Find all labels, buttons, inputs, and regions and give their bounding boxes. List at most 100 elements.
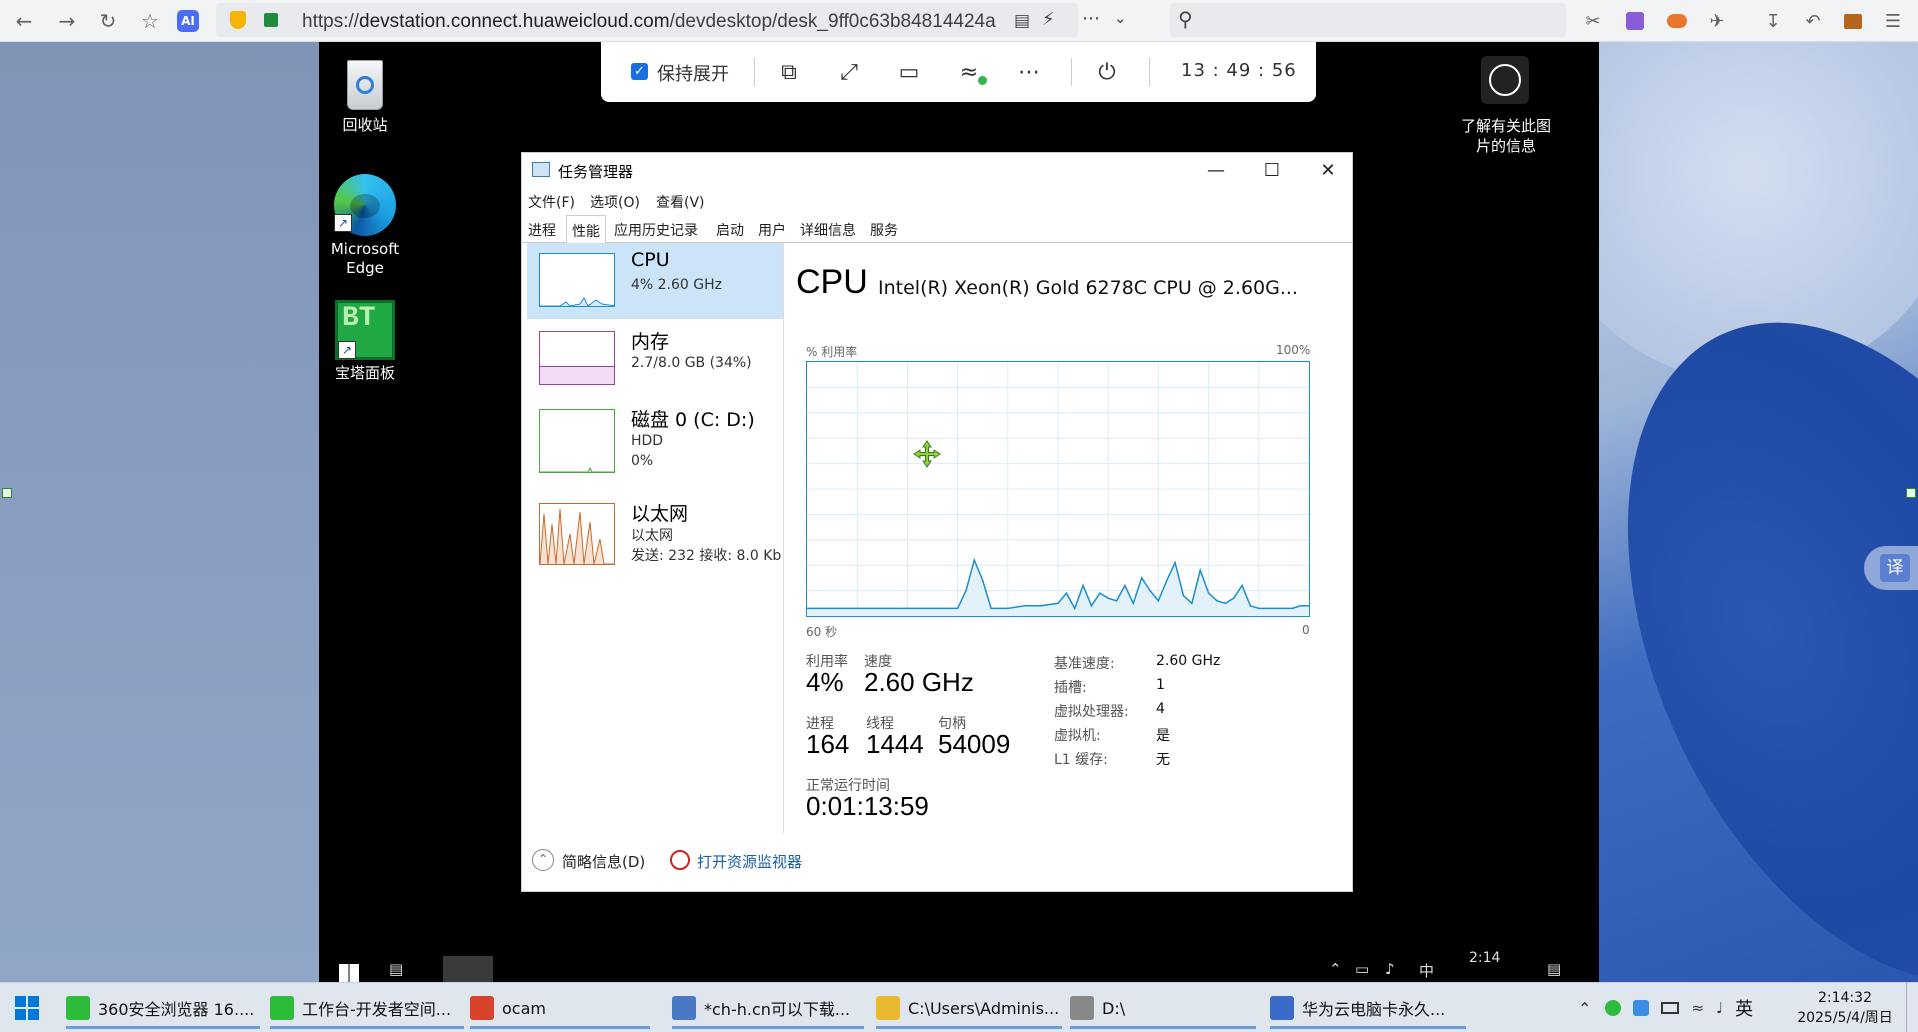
desktop-icon-recycle-bin[interactable]: 回收站 <box>319 56 411 135</box>
resource-cpu[interactable]: CPU 4% 2.60 GHz <box>527 243 783 319</box>
taskbar-app-button[interactable]: 360安全浏览器 16.... <box>66 987 260 1029</box>
back-button[interactable]: ← <box>10 7 38 35</box>
volume-muted-icon[interactable]: ♩ <box>1716 999 1723 1017</box>
taskbar-app-label: 360安全浏览器 16.... <box>98 1000 255 1019</box>
power-icon[interactable]: ⏻ <box>1091 56 1123 88</box>
url-text[interactable]: https://devstation.connect.huaweicloud.c… <box>302 11 1002 33</box>
wechat-icon[interactable] <box>1605 1000 1622 1016</box>
speed-value: 2.60 GHz <box>864 667 974 697</box>
menu-view[interactable]: 查看(V) <box>656 192 705 212</box>
tab-app-history[interactable]: 应用历史记录 <box>614 220 698 240</box>
remote-clock: 2:14 <box>1469 950 1501 966</box>
minimize-button[interactable]: — <box>1192 155 1240 185</box>
chevron-up-icon[interactable]: ⌃ <box>532 849 554 871</box>
more-options-icon[interactable]: ⋯ <box>1013 56 1045 88</box>
app-icon <box>1070 996 1094 1020</box>
ime-indicator[interactable]: 英 <box>1735 995 1753 1021</box>
download-icon[interactable]: ↧ <box>1760 8 1786 34</box>
menu-file[interactable]: 文件(F) <box>528 192 575 212</box>
spec-key: 基准速度: <box>1054 656 1115 672</box>
resource-sub: HDD <box>631 433 664 449</box>
taskbar-app-label: 华为云电脑卡永久... <box>1302 1000 1446 1019</box>
cpu-detail-panel: CPU Intel(R) Xeon(R) Gold 6278C CPU @ 2.… <box>786 243 1354 833</box>
cpu-data-point <box>1007 607 1009 610</box>
camera-info-icon[interactable] <box>1481 56 1529 104</box>
info-label[interactable]: 了解有关此图片的信息 <box>1459 116 1553 156</box>
show-desktop-button[interactable] <box>1906 983 1918 1032</box>
remote-desktop[interactable]: 回收站 ↗ Microsoft Edge BT ↗ 宝塔面板 ✓ 保持展开 ⧉ … <box>319 42 1599 982</box>
reload-button[interactable]: ↻ <box>94 7 122 35</box>
tray-ime[interactable]: 中 <box>1419 960 1434 981</box>
taskbar-app-button[interactable]: *ch-h.cn可以下载... <box>672 987 864 1029</box>
resize-handle-right[interactable] <box>1906 488 1916 498</box>
menu-options[interactable]: 选项(O) <box>590 192 640 212</box>
resize-handle-left[interactable] <box>2 488 12 498</box>
tab-details[interactable]: 详细信息 <box>800 220 856 240</box>
briefcase-icon[interactable] <box>1840 8 1866 34</box>
close-button[interactable]: ✕ <box>1304 155 1352 185</box>
menu-icon[interactable]: ☰ <box>1880 8 1906 34</box>
tray-up-icon[interactable]: ⌃ <box>1329 960 1342 978</box>
windows-start-icon[interactable] <box>339 964 359 982</box>
resource-ethernet[interactable]: 以太网 以太网 发送: 232 接收: 8.0 Kb <box>527 493 783 565</box>
translate-ext-icon[interactable] <box>1622 8 1648 34</box>
resource-memory[interactable]: 内存 2.7/8.0 GB (34%) <box>527 321 783 397</box>
memory-thumbnail <box>539 331 615 385</box>
tab-services[interactable]: 服务 <box>870 220 898 240</box>
task-manager-footer: ⌃ 简略信息(D) 打开资源监视器 <box>522 845 1352 885</box>
tab-performance[interactable]: 性能 <box>566 215 606 246</box>
address-bar[interactable]: https://devstation.connect.huaweicloud.c… <box>216 3 1127 37</box>
tray-volume-icon[interactable]: ♪ <box>1385 960 1395 978</box>
translate-button[interactable]: 译 <box>1864 546 1918 590</box>
tray-app-icon[interactable] <box>1633 1000 1650 1016</box>
network-icon[interactable]: ≈ <box>1691 999 1704 1017</box>
desktop-icon-bt-panel[interactable]: BT ↗ 宝塔面板 <box>319 300 411 383</box>
ai-button[interactable]: AI <box>174 7 202 35</box>
fullscreen-icon[interactable]: ⤢ <box>833 56 865 88</box>
cpu-data-point <box>1115 599 1118 602</box>
tray-network-icon[interactable]: ▭ <box>1355 960 1369 978</box>
bookmark-star-icon[interactable]: ☆ <box>136 7 164 35</box>
notification-icon[interactable]: ▤ <box>1547 960 1561 978</box>
keep-expanded-checkbox[interactable]: ✓ <box>631 63 648 80</box>
game-icon[interactable] <box>1664 8 1690 34</box>
tab-processes[interactable]: 进程 <box>528 220 556 240</box>
title-bar[interactable]: 任务管理器 — ☐ ✕ <box>522 153 1352 187</box>
keep-expanded-label[interactable]: 保持展开 <box>657 60 729 86</box>
windows-start-button[interactable] <box>14 995 40 1021</box>
cpu-data-point <box>981 579 984 582</box>
taskbar-app-button[interactable]: C:\Users\Adminis... <box>876 987 1062 1029</box>
cpu-usage-graph <box>806 361 1310 617</box>
tab-startup[interactable]: 启动 <box>716 220 744 240</box>
reader-icon[interactable]: ▤ <box>1014 11 1030 31</box>
taskmgr-task-button[interactable] <box>443 956 493 982</box>
taskbar-app-button[interactable]: D:\ <box>1070 987 1256 1029</box>
undo-icon[interactable]: ↶ <box>1800 8 1826 34</box>
taskbar-clock[interactable]: 2:14:32 2025/5/4/周日 <box>1790 988 1900 1028</box>
taskbar-app-button[interactable]: 工作台-开发者空间... <box>270 987 464 1029</box>
more-dots-icon[interactable]: ⋯ <box>1082 8 1100 29</box>
cpu-data-point <box>940 607 942 610</box>
resource-disk[interactable]: 磁盘 0 (C: D:) HDD 0% <box>527 399 783 487</box>
host-taskbar: 360安全浏览器 16.... 工作台-开发者空间... ocam *ch-h.cn可… <box>0 982 1918 1032</box>
add-window-icon[interactable]: ⧉ <box>773 56 805 88</box>
lightning-icon[interactable]: ⚡ <box>1042 9 1055 30</box>
x-axis-right: 0 <box>1302 623 1310 637</box>
forward-button[interactable]: → <box>53 7 81 35</box>
tab-bar: 进程 性能 应用历史记录 启动 用户 详细信息 服务 <box>522 215 1352 246</box>
scissors-icon[interactable]: ✂ <box>1580 8 1606 34</box>
chevron-down-icon[interactable]: ⌄ <box>1114 9 1127 27</box>
taskbar-app-button[interactable]: 华为云电脑卡永久... <box>1270 987 1466 1029</box>
tab-users[interactable]: 用户 <box>758 220 786 240</box>
tray-up-chevron-icon[interactable]: ⌃ <box>1578 999 1591 1018</box>
open-resource-monitor-link[interactable]: 打开资源监视器 <box>697 851 802 872</box>
display-icon[interactable]: ▭ <box>893 56 925 88</box>
fewer-details-button[interactable]: 简略信息(D) <box>562 851 645 872</box>
maximize-button[interactable]: ☐ <box>1248 155 1296 185</box>
task-view-icon[interactable]: ▤ <box>389 960 403 978</box>
taskbar-app-button[interactable]: ocam <box>470 987 650 1029</box>
search-box[interactable]: ⚲ <box>1170 3 1566 37</box>
extensions-icon[interactable]: ✈ <box>1704 8 1730 34</box>
battery-icon[interactable] <box>1661 1002 1680 1014</box>
desktop-icon-edge[interactable]: ↗ Microsoft Edge <box>319 174 411 278</box>
